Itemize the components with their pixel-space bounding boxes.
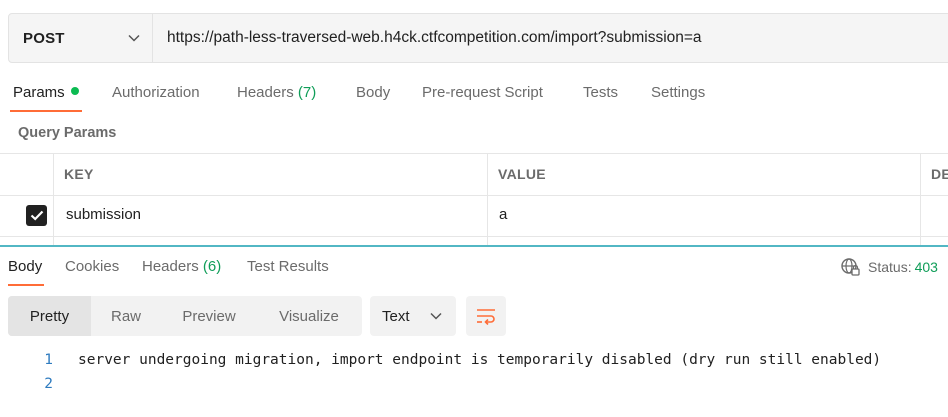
- request-bar: POST https://path-less-traversed-web.h4c…: [8, 13, 948, 63]
- response-tab-headers[interactable]: Headers (6): [142, 258, 221, 275]
- view-mode-preview[interactable]: Preview: [161, 296, 257, 336]
- table-header-border: [0, 195, 948, 196]
- param-enabled-checkbox[interactable]: [26, 205, 47, 226]
- view-mode-selector: Pretty Raw Preview Visualize: [8, 296, 362, 336]
- request-tabs: Params Authorization Headers (7) Body Pr…: [0, 76, 948, 114]
- query-params-title: Query Params: [18, 125, 117, 141]
- response-active-tab-underline: [8, 284, 44, 286]
- param-key-cell[interactable]: submission: [66, 206, 141, 223]
- format-select-label: Text: [382, 307, 410, 325]
- code-line: 2: [0, 372, 948, 396]
- view-mode-pretty[interactable]: Pretty: [8, 296, 91, 336]
- line-number: 2: [44, 376, 53, 392]
- method-select[interactable]: POST: [9, 14, 153, 62]
- table-col-divider: [53, 153, 54, 245]
- response-tab-headers-label: Headers: [142, 258, 199, 275]
- params-indicator-dot: [70, 87, 79, 95]
- table-col-divider: [920, 153, 921, 245]
- tab-tests[interactable]: Tests: [583, 84, 618, 101]
- param-value-cell[interactable]: a: [499, 206, 507, 223]
- table-col-divider: [487, 153, 488, 245]
- table-top-border: [0, 153, 948, 154]
- table-row-border: [0, 236, 948, 237]
- url-input[interactable]: https://path-less-traversed-web.h4ck.ctf…: [153, 29, 702, 47]
- tab-params-label: Params: [13, 84, 65, 101]
- tab-params[interactable]: Params: [13, 84, 79, 101]
- tab-body[interactable]: Body: [356, 84, 390, 101]
- view-mode-raw[interactable]: Raw: [91, 296, 161, 336]
- line-number: 1: [44, 352, 53, 368]
- status-label: Status:: [868, 259, 912, 275]
- view-mode-visualize[interactable]: Visualize: [257, 296, 361, 336]
- tab-headers-label: Headers: [237, 84, 294, 101]
- code-line: 1 server undergoing migration, import en…: [0, 348, 948, 372]
- tab-authorization[interactable]: Authorization: [112, 84, 200, 101]
- check-icon: [30, 210, 43, 221]
- tab-headers-count: (7): [297, 84, 317, 101]
- response-tab-cookies[interactable]: Cookies: [65, 258, 119, 275]
- tab-settings[interactable]: Settings: [651, 84, 705, 101]
- response-tab-body[interactable]: Body: [8, 258, 42, 275]
- response-pane-divider[interactable]: [0, 245, 948, 247]
- active-tab-underline: [10, 110, 82, 112]
- response-body[interactable]: 1 server undergoing migration, import en…: [0, 348, 948, 396]
- column-header-description: DE: [931, 166, 948, 182]
- tab-pre-request-script[interactable]: Pre-request Script: [422, 84, 543, 101]
- status-code: 403: [914, 259, 938, 275]
- response-status: Status: 403: [840, 257, 938, 277]
- wrap-lines-button[interactable]: [466, 296, 506, 336]
- code-line-text: server undergoing migration, import endp…: [78, 352, 882, 368]
- globe-lock-icon[interactable]: [840, 257, 860, 277]
- format-select[interactable]: Text: [370, 296, 456, 336]
- column-header-key: KEY: [64, 166, 94, 182]
- wrap-lines-icon: [477, 309, 495, 325]
- tab-headers[interactable]: Headers (7): [237, 84, 316, 101]
- column-header-value: VALUE: [498, 166, 546, 182]
- method-label: POST: [23, 29, 65, 47]
- response-tab-headers-count: (6): [202, 258, 222, 275]
- chevron-down-icon: [430, 312, 442, 320]
- response-tab-test-results[interactable]: Test Results: [247, 258, 329, 275]
- chevron-down-icon: [128, 34, 140, 42]
